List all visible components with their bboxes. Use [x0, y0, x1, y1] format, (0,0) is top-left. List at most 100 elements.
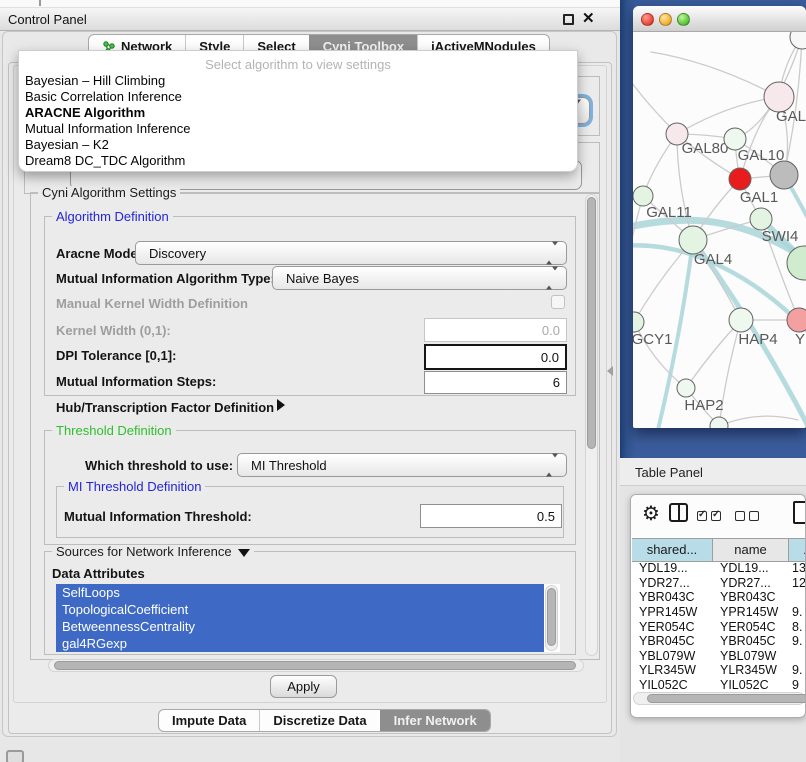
tab-infer-network[interactable]: Infer Network — [380, 710, 490, 731]
network-node-hap4[interactable] — [729, 308, 753, 332]
aracne-mode-combo[interactable]: Discovery — [135, 241, 567, 265]
table-cell: YER054C — [632, 620, 713, 634]
unchecked-checkbox-icon[interactable] — [749, 511, 759, 521]
zoom-traffic-light-icon[interactable] — [677, 13, 690, 26]
attribute-item-betweennesscentrality[interactable]: BetweennessCentrality — [56, 618, 544, 635]
network-window-titlebar[interactable] — [633, 6, 806, 32]
table-cell: YPR145W — [632, 605, 713, 619]
network-view-window[interactable]: GALGAL80GAL10GAL1GAL11SWI4GAL4GCY1HAP4YH… — [633, 6, 806, 428]
manual-kernel-checkbox[interactable] — [551, 295, 565, 309]
export-table-icon[interactable] — [793, 501, 806, 524]
gear-icon[interactable]: ⚙ — [642, 501, 660, 526]
table-horizontal-scrollbar[interactable] — [633, 692, 805, 705]
network-canvas[interactable]: GALGAL80GAL10GAL1GAL11SWI4GAL4GCY1HAP4YH… — [633, 32, 806, 428]
checked-checkbox-icon[interactable]: ✓ — [697, 511, 707, 521]
mi-type-combo[interactable]: Naive Bayes — [272, 266, 567, 290]
dropdown-item-bayesian-hill-climbing[interactable]: Bayesian – Hill Climbing — [19, 73, 577, 89]
network-node-gal4[interactable] — [679, 226, 707, 254]
mi-threshold-group-label: MI Threshold Definition — [64, 480, 205, 493]
kernel-width-field[interactable]: 0.0 — [424, 318, 567, 342]
table-cell: YDL19... — [632, 561, 713, 575]
table-row[interactable]: YLR345WYLR345W9. — [632, 663, 806, 678]
network-node[interactable] — [770, 161, 798, 189]
mi-threshold-label: Mutual Information Threshold: — [64, 509, 252, 524]
settings-scrollbar[interactable] — [585, 194, 598, 656]
network-node-gal11[interactable] — [633, 186, 653, 206]
table-row[interactable]: YBL079WYBL079W — [632, 649, 806, 664]
column-header-shared-[interactable]: shared... — [632, 539, 713, 561]
column-layout-icon[interactable] — [669, 503, 688, 522]
aracne-mode-label: Aracne Mode: — [56, 246, 142, 261]
dropdown-item-dream8-dc-tdc-algorithm[interactable]: Dream8 DC_TDC Algorithm — [19, 153, 577, 169]
tab-discretize-data[interactable]: Discretize Data — [259, 710, 379, 731]
dropdown-item-mutual-information-inference[interactable]: Mutual Information Inference — [19, 121, 577, 137]
mi-type-label: Mutual Information Algorithm Type: — [56, 271, 275, 286]
network-node-hap2[interactable] — [677, 379, 695, 397]
table-row[interactable]: YIL052CYIL052C9 — [632, 678, 806, 691]
tab-label: Impute Data — [172, 709, 246, 732]
table-row[interactable]: YBR045CYBR045C9. — [632, 634, 806, 649]
table-window[interactable]: ⚙ ✓ ✓ shared...nameA YDL19...YDL19...13Y… — [630, 494, 806, 718]
table-cell: YBR043C — [632, 590, 713, 604]
column-header-name[interactable]: name — [713, 539, 789, 561]
table-cell: YBL079W — [713, 649, 789, 663]
table-body: YDL19...YDL19...13YDR27...YDR27...12YBR0… — [632, 561, 806, 691]
table-cell: 9 — [789, 678, 799, 691]
tab-impute-data[interactable]: Impute Data — [159, 710, 259, 731]
combo-arrows-icon — [546, 271, 558, 286]
dpi-tolerance-field[interactable]: 0.0 — [424, 344, 567, 370]
float-panel-icon[interactable] — [563, 14, 574, 25]
apply-button[interactable]: Apply — [270, 675, 337, 698]
network-node-y[interactable] — [787, 308, 806, 332]
mi-threshold-field[interactable]: 0.5 — [420, 504, 562, 528]
horizontal-scrollbar[interactable] — [48, 659, 584, 672]
network-node-gal1[interactable] — [729, 168, 751, 190]
table-row[interactable]: YER054CYER054C8. — [632, 619, 806, 634]
expand-right-icon[interactable] — [277, 399, 285, 411]
network-node-swi4[interactable] — [750, 208, 772, 230]
hub-definition-label[interactable]: Hub/Transcription Factor Definition — [56, 400, 274, 415]
table-cell: 9. — [789, 634, 802, 648]
node-label-hap4: HAP4 — [738, 331, 777, 348]
close-traffic-light-icon[interactable] — [641, 13, 654, 26]
network-node[interactable] — [790, 32, 806, 49]
mi-steps-field[interactable]: 6 — [424, 371, 567, 394]
table-toolbar: ⚙ ✓ ✓ — [631, 495, 805, 537]
combo-arrows-icon — [546, 458, 558, 473]
minimize-traffic-light-icon[interactable] — [659, 13, 672, 26]
attribute-item-gal4rgexp[interactable]: gal4RGexp — [56, 635, 544, 652]
unchecked-checkbox-icon[interactable] — [735, 511, 745, 521]
cyni-algorithm-settings-label: Cyni Algorithm Settings — [38, 186, 180, 199]
node-label-gal4: GAL4 — [694, 251, 732, 268]
attribute-item-topologicalcoefficient[interactable]: TopologicalCoefficient — [56, 601, 544, 618]
dropdown-item-aracne-algorithm[interactable]: ARACNE Algorithm — [19, 105, 577, 121]
node-label-hap2: HAP2 — [684, 397, 723, 414]
manual-kernel-label: Manual Kernel Width Definition — [56, 296, 248, 311]
algorithm-definition-label: Algorithm Definition — [52, 210, 173, 223]
close-icon[interactable]: ✕ — [582, 9, 595, 27]
mini-float-icon[interactable] — [6, 750, 24, 762]
network-node-gcy1[interactable] — [633, 312, 644, 332]
network-edge[interactable] — [633, 196, 643, 277]
checked-checkbox-icon[interactable]: ✓ — [711, 511, 721, 521]
network-edge[interactable] — [719, 416, 798, 426]
node-label-gcy1: GCY1 — [633, 331, 672, 348]
table-row[interactable]: YDR27...YDR27...12 — [632, 576, 806, 591]
table-row[interactable]: YBR043CYBR043C — [632, 590, 806, 605]
table-cell: 9. — [789, 663, 802, 677]
sources-group-label[interactable]: Sources for Network Inference — [52, 545, 254, 558]
dropdown-item-bayesian-k2[interactable]: Bayesian – K2 — [19, 137, 577, 153]
node-label-gal1: GAL1 — [740, 189, 778, 206]
which-threshold-combo[interactable]: MI Threshold — [237, 453, 567, 477]
table-row[interactable]: YDL19...YDL19...13 — [632, 561, 806, 576]
attribute-item-selfloops[interactable]: SelfLoops — [56, 584, 544, 601]
attributes-scrollbar[interactable] — [545, 585, 558, 651]
app-root: Control Panel ✕ NetworkStyleSelectCyni T… — [0, 0, 806, 762]
tab-label: Infer Network — [394, 709, 477, 732]
table-row[interactable]: YPR145WYPR145W9. — [632, 605, 806, 620]
column-header-a[interactable]: A — [789, 539, 806, 561]
collapse-down-icon[interactable] — [238, 549, 250, 557]
network-edge[interactable] — [651, 52, 779, 97]
panel-collapse-icon[interactable] — [607, 366, 613, 376]
dropdown-item-basic-correlation-inference[interactable]: Basic Correlation Inference — [19, 89, 577, 105]
